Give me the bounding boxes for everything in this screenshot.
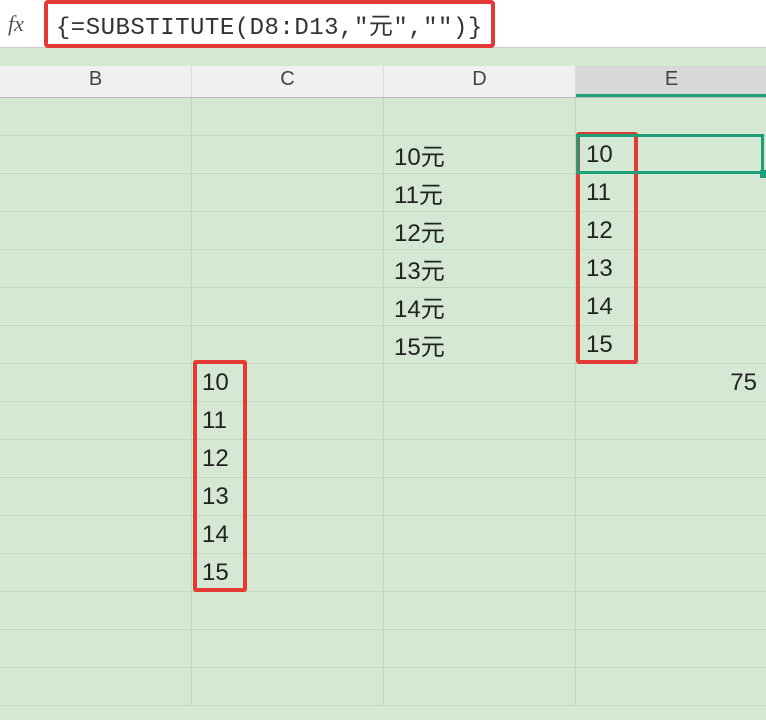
- cell-D8[interactable]: [384, 364, 576, 402]
- cell-C2[interactable]: [192, 136, 384, 174]
- cell-D3[interactable]: 11元: [384, 174, 576, 212]
- cell-D2[interactable]: 10元: [384, 136, 576, 174]
- cell-E16[interactable]: [576, 668, 766, 706]
- cell-E14[interactable]: [576, 592, 766, 630]
- cell-B5[interactable]: [0, 250, 192, 288]
- cell-E4[interactable]: 12: [576, 212, 766, 250]
- column-header-E[interactable]: E: [576, 66, 766, 97]
- cell-B2[interactable]: [0, 136, 192, 174]
- fill-handle[interactable]: [760, 170, 766, 178]
- cell-D1[interactable]: [384, 98, 576, 136]
- cell-D14[interactable]: [384, 592, 576, 630]
- cell-E2[interactable]: 10: [576, 136, 766, 174]
- cell-D5[interactable]: 13元: [384, 250, 576, 288]
- cell-B14[interactable]: [0, 592, 192, 630]
- formula-input[interactable]: {=SUBSTITUTE(D8:D13,"元","")}: [56, 15, 483, 42]
- cell-D9[interactable]: [384, 402, 576, 440]
- cell-B8[interactable]: [0, 364, 192, 402]
- cell-B4[interactable]: [0, 212, 192, 250]
- cell-D16[interactable]: [384, 668, 576, 706]
- cell-D11[interactable]: [384, 478, 576, 516]
- cell-C8[interactable]: 10: [192, 364, 384, 402]
- cell-C10[interactable]: 12: [192, 440, 384, 478]
- cell-D12[interactable]: [384, 516, 576, 554]
- cell-B3[interactable]: [0, 174, 192, 212]
- cell-C4[interactable]: [192, 212, 384, 250]
- fx-icon[interactable]: fx: [8, 11, 24, 37]
- cell-B7[interactable]: [0, 326, 192, 364]
- cell-D4[interactable]: 12元: [384, 212, 576, 250]
- cell-C9[interactable]: 11: [192, 402, 384, 440]
- cell-C11[interactable]: 13: [192, 478, 384, 516]
- cell-C7[interactable]: [192, 326, 384, 364]
- cell-C14[interactable]: [192, 592, 384, 630]
- cell-B15[interactable]: [0, 630, 192, 668]
- cell-E12[interactable]: [576, 516, 766, 554]
- cell-E9[interactable]: [576, 402, 766, 440]
- cell-C13[interactable]: 15: [192, 554, 384, 592]
- cell-B6[interactable]: [0, 288, 192, 326]
- cell-C1[interactable]: [192, 98, 384, 136]
- cell-D10[interactable]: [384, 440, 576, 478]
- cell-E1[interactable]: [576, 98, 766, 136]
- column-header-D[interactable]: D: [384, 66, 576, 97]
- cell-C15[interactable]: [192, 630, 384, 668]
- column-header-B[interactable]: B: [0, 66, 192, 97]
- cell-E8[interactable]: 75: [576, 364, 766, 402]
- cell-C5[interactable]: [192, 250, 384, 288]
- cell-B13[interactable]: [0, 554, 192, 592]
- cell-E5[interactable]: 13: [576, 250, 766, 288]
- cell-E3[interactable]: 11: [576, 174, 766, 212]
- cell-D6[interactable]: 14元: [384, 288, 576, 326]
- cell-B16[interactable]: [0, 668, 192, 706]
- spreadsheet-grid[interactable]: 10元1011元1112元1213元1314元1415元151075111213…: [0, 98, 766, 706]
- cell-E11[interactable]: [576, 478, 766, 516]
- cell-E6[interactable]: 14: [576, 288, 766, 326]
- column-header-C[interactable]: C: [192, 66, 384, 97]
- cell-E7[interactable]: 15: [576, 326, 766, 364]
- cell-C3[interactable]: [192, 174, 384, 212]
- formula-highlight-box: {=SUBSTITUTE(D8:D13,"元","")}: [44, 0, 495, 48]
- cell-E10[interactable]: [576, 440, 766, 478]
- column-headers: B C D E: [0, 66, 766, 98]
- cell-E13[interactable]: [576, 554, 766, 592]
- cell-D7[interactable]: 15元: [384, 326, 576, 364]
- formula-bar: fx {=SUBSTITUTE(D8:D13,"元","")}: [0, 0, 766, 48]
- cell-C16[interactable]: [192, 668, 384, 706]
- cell-E15[interactable]: [576, 630, 766, 668]
- cell-B9[interactable]: [0, 402, 192, 440]
- cell-B10[interactable]: [0, 440, 192, 478]
- cell-B12[interactable]: [0, 516, 192, 554]
- cell-D13[interactable]: [384, 554, 576, 592]
- cell-B11[interactable]: [0, 478, 192, 516]
- cell-C12[interactable]: 14: [192, 516, 384, 554]
- cell-C6[interactable]: [192, 288, 384, 326]
- cell-D15[interactable]: [384, 630, 576, 668]
- cell-B1[interactable]: [0, 98, 192, 136]
